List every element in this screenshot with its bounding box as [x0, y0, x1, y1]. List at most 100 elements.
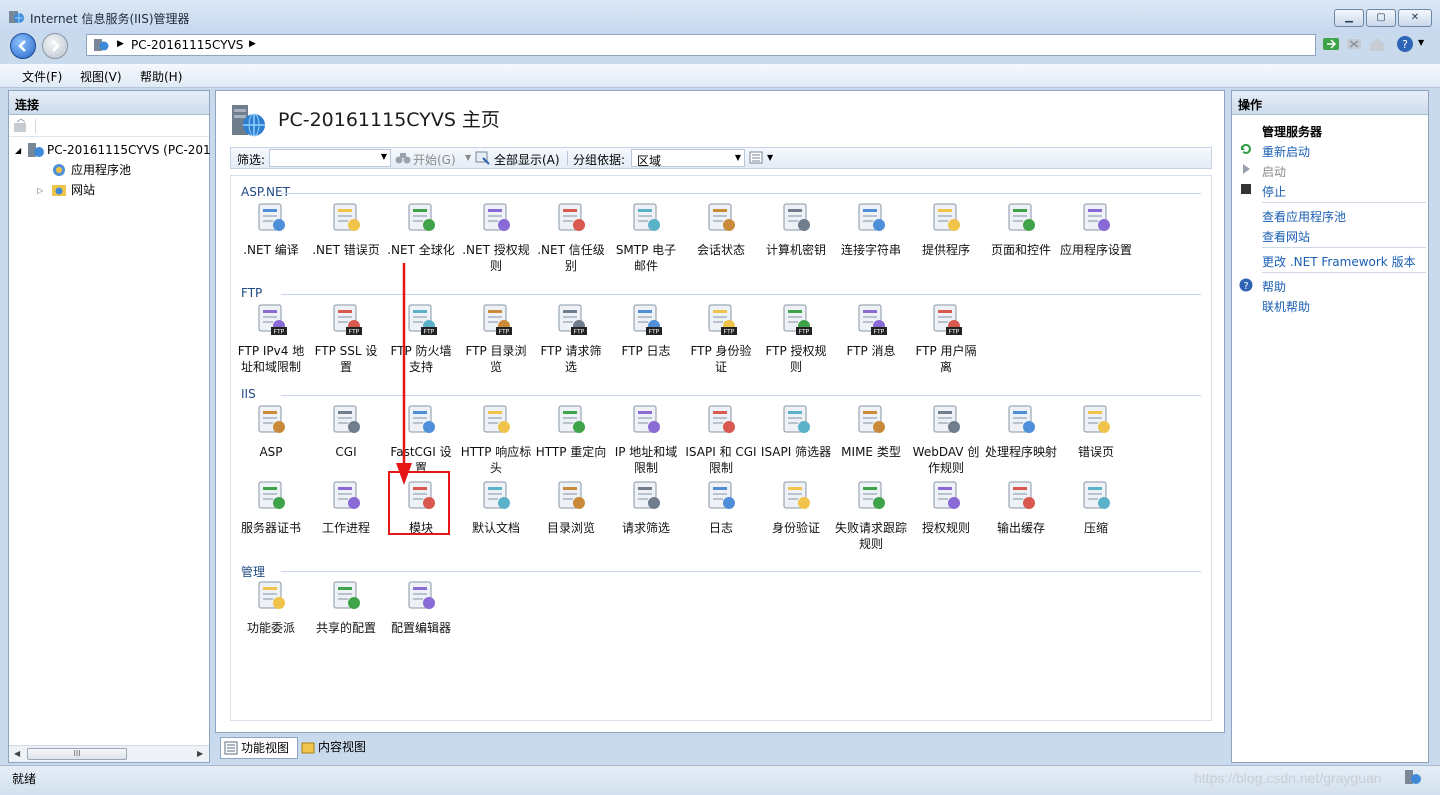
feature-item[interactable]: 身份验证	[760, 478, 832, 536]
feature-item[interactable]: MIME 类型	[835, 402, 907, 460]
start-dropdown-icon[interactable]: ▼	[465, 153, 471, 162]
breadcrumb-server[interactable]: PC-20161115CYVS	[131, 38, 243, 52]
feature-item[interactable]: 服务器证书	[235, 478, 307, 536]
start-button[interactable]: 开始(G)	[413, 151, 456, 168]
filter-dropdown-icon[interactable]: ▼	[381, 152, 387, 161]
feature-item[interactable]: .NET 授权规则	[460, 200, 532, 274]
view-mode-icon[interactable]	[749, 151, 765, 165]
feature-item[interactable]: .NET 错误页	[310, 200, 382, 258]
connect-icon[interactable]	[1322, 35, 1340, 53]
expand-icon[interactable]: ▷	[37, 182, 43, 200]
action-online-help[interactable]: 联机帮助	[1262, 298, 1310, 315]
action-stop[interactable]: 停止	[1262, 183, 1286, 200]
tab-content-view[interactable]: 内容视图	[298, 737, 376, 759]
breadcrumb-separator-icon[interactable]: ▶	[249, 39, 256, 49]
menu-view[interactable]: 视图(V)	[80, 68, 122, 85]
feature-item[interactable]: SMTP 电子邮件	[610, 200, 682, 274]
feature-item[interactable]: FTP FTP SSL 设置	[310, 301, 382, 375]
address-bar[interactable]: ▶ PC-20161115CYVS ▶	[86, 34, 1316, 56]
breadcrumb-separator-icon[interactable]: ▶	[117, 39, 124, 49]
feature-item[interactable]: 提供程序	[910, 200, 982, 258]
feature-item[interactable]: 会话状态	[685, 200, 757, 258]
feature-item[interactable]: 错误页	[1060, 402, 1132, 460]
feature-item[interactable]: 请求筛选	[610, 478, 682, 536]
feature-item[interactable]: FTP FTP 身份验证	[685, 301, 757, 375]
feature-item[interactable]: FTP FTP 消息	[835, 301, 907, 359]
help-dropdown-icon[interactable]: ▼	[1418, 38, 1424, 47]
feature-item[interactable]: FTP FTP 日志	[610, 301, 682, 359]
scroll-left-icon[interactable]: ◀	[14, 749, 20, 758]
maximize-button[interactable]: ▢	[1366, 9, 1396, 27]
ftp-logging-icon: FTP	[633, 304, 662, 336]
home-icon[interactable]	[1368, 35, 1386, 53]
group-by-select[interactable]: 区域 ▼	[631, 149, 745, 168]
feature-label: ISAPI 和 CGI 限制	[685, 445, 757, 475]
svg-text:FTP: FTP	[874, 329, 885, 336]
new-connection-icon[interactable]	[13, 118, 29, 134]
feature-item[interactable]: ISAPI 和 CGI 限制	[685, 402, 757, 476]
feature-label: SMTP 电子邮件	[615, 243, 677, 273]
feature-item[interactable]: 处理程序映射	[985, 402, 1057, 460]
feature-item[interactable]: FTP FTP 请求筛选	[535, 301, 607, 375]
action-help[interactable]: 帮助	[1262, 278, 1286, 295]
forward-button[interactable]	[42, 33, 68, 59]
feature-item[interactable]: 计算机密钥	[760, 200, 832, 258]
horizontal-scrollbar[interactable]: ◀ III ▶	[9, 745, 209, 762]
feature-item[interactable]: FTP FTP IPv4 地址和域限制	[235, 301, 307, 375]
action-start[interactable]: 启动	[1262, 163, 1286, 180]
feature-item[interactable]: 目录浏览	[535, 478, 607, 536]
menu-file[interactable]: 文件(F)	[22, 68, 62, 85]
feature-label: MIME 类型	[841, 445, 901, 459]
feature-item[interactable]: .NET 信任级别	[535, 200, 607, 274]
feature-item[interactable]: 默认文档	[460, 478, 532, 536]
action-change-framework[interactable]: 更改 .NET Framework 版本	[1262, 253, 1416, 270]
feature-label: ASP	[259, 445, 283, 459]
feature-item[interactable]: 输出缓存	[985, 478, 1057, 536]
feature-item[interactable]: 配置编辑器	[385, 578, 457, 636]
view-mode-dropdown-icon[interactable]: ▼	[767, 153, 773, 162]
feature-item[interactable]: 应用程序设置	[1060, 200, 1132, 258]
show-all-button[interactable]: 全部显示(A)	[494, 151, 560, 168]
collapse-icon[interactable]: ◢	[15, 142, 21, 160]
tab-features-view[interactable]: 功能视图	[220, 737, 298, 759]
feature-item[interactable]: 共享的配置	[310, 578, 382, 636]
minimize-button[interactable]: ▁	[1334, 9, 1364, 27]
help-icon[interactable]: ?	[1396, 35, 1414, 53]
action-view-sites[interactable]: 查看网站	[1262, 228, 1310, 245]
feature-item[interactable]: FTP FTP 目录浏览	[460, 301, 532, 375]
logging-icon	[708, 481, 735, 509]
scroll-thumb[interactable]: III	[27, 748, 127, 760]
feature-item[interactable]: 失败请求跟踪规则	[835, 478, 907, 552]
group-dropdown-icon[interactable]: ▼	[735, 153, 741, 162]
stop-icon[interactable]	[1345, 35, 1363, 53]
feature-item[interactable]: FTP FTP 授权规则	[760, 301, 832, 375]
feature-label: HTTP 重定向	[535, 445, 607, 459]
feature-item[interactable]: 授权规则	[910, 478, 982, 536]
feature-item[interactable]: 压缩	[1060, 478, 1132, 536]
scroll-right-icon[interactable]: ▶	[197, 749, 203, 758]
feature-item[interactable]: 页面和控件	[985, 200, 1057, 258]
feature-item[interactable]: IP 地址和域限制	[610, 402, 682, 476]
close-button[interactable]: ✕	[1398, 9, 1432, 27]
svg-text:FTP: FTP	[799, 329, 810, 336]
filter-toolbar: 筛选: ▼ 开始(G) ▼ 全部显示(A) 分组依据: 区域 ▼ ▼	[230, 147, 1212, 169]
feature-item[interactable]: CGI	[310, 402, 382, 460]
action-restart[interactable]: 重新启动	[1262, 143, 1310, 160]
action-view-app-pools[interactable]: 查看应用程序池	[1262, 208, 1346, 225]
menu-help[interactable]: 帮助(H)	[140, 68, 182, 85]
feature-item[interactable]: 功能委派	[235, 578, 307, 636]
feature-item[interactable]: ASP	[235, 402, 307, 460]
filter-input[interactable]: ▼	[269, 149, 391, 167]
back-button[interactable]	[10, 33, 36, 59]
feature-item[interactable]: ISAPI 筛选器	[760, 402, 832, 460]
feature-item[interactable]: 连接字符串	[835, 200, 907, 258]
feature-item[interactable]: HTTP 重定向	[535, 402, 607, 460]
feature-label: WebDAV 创作规则	[912, 445, 980, 475]
feature-item[interactable]: WebDAV 创作规则	[910, 402, 982, 476]
feature-item[interactable]: HTTP 响应标头	[460, 402, 532, 476]
feature-item[interactable]: 工作进程	[310, 478, 382, 536]
feature-item[interactable]: FTP FTP 用户隔离	[910, 301, 982, 375]
feature-item[interactable]: .NET 全球化	[385, 200, 457, 258]
feature-item[interactable]: 日志	[685, 478, 757, 536]
feature-item[interactable]: .NET 编译	[235, 200, 307, 258]
